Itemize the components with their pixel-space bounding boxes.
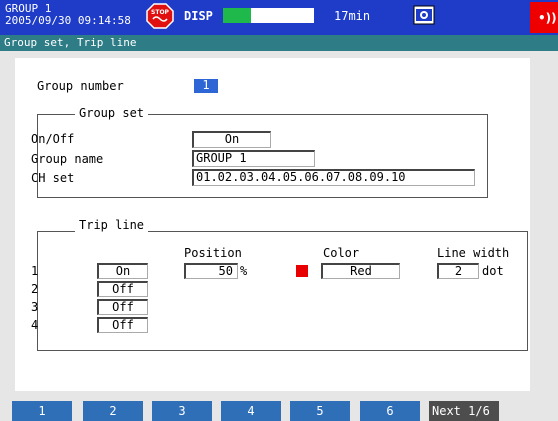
memory-time: 17min [334, 9, 371, 23]
softkey-6[interactable]: 6 [360, 401, 420, 421]
stop-icon: STOP [146, 3, 174, 29]
trip-line-index: 3 [31, 300, 39, 314]
trip-line-state: Off [112, 283, 134, 296]
group-on-off-value: On [224, 133, 240, 146]
memory-bar-fill [223, 8, 251, 23]
ch-set-value: 01.02.03.04.05.06.07.08.09.10 [196, 171, 406, 184]
trip-line-3-state-field[interactable]: Off [97, 299, 148, 315]
group-name-label: Group name [31, 152, 104, 166]
svg-text:•)): •)) [538, 11, 557, 25]
disp-label: DISP [184, 9, 213, 23]
trip-line-2-state-field[interactable]: Off [97, 281, 148, 297]
color-swatch [296, 265, 308, 277]
ch-set-label: CH set [31, 171, 75, 185]
line-width-value: 2 [454, 265, 463, 278]
line-width-unit: dot [482, 264, 504, 278]
softkey-1[interactable]: 1 [12, 401, 72, 421]
color-field[interactable]: Red [321, 263, 400, 279]
ch-set-field[interactable]: 01.02.03.04.05.06.07.08.09.10 [192, 169, 475, 186]
svg-text:STOP: STOP [151, 9, 170, 16]
camera-icon[interactable] [413, 5, 435, 25]
trip-line-4-state-field[interactable]: Off [97, 317, 148, 333]
group-number-label: Group number [37, 79, 124, 93]
position-header: Position [184, 246, 242, 260]
trip-line-index: 2 [31, 282, 39, 296]
position-value: 50 [218, 265, 233, 278]
softkey-2[interactable]: 2 [83, 401, 143, 421]
group-on-off-field[interactable]: On [192, 131, 271, 148]
group-set-title: Group set [75, 106, 149, 120]
softkey-3[interactable]: 3 [152, 401, 212, 421]
color-value: Red [350, 265, 372, 278]
trip-line-1-state-field[interactable]: On [97, 263, 148, 279]
on-off-label: On/Off [31, 132, 75, 146]
group-number-value: 1 [202, 78, 210, 92]
softkey-4[interactable]: 4 [221, 401, 281, 421]
group-name-field[interactable]: GROUP 1 [192, 150, 315, 167]
line-width-field[interactable]: 2 [437, 263, 479, 279]
color-header: Color [323, 246, 360, 260]
trip-line-index: 4 [31, 318, 39, 332]
group-number-field[interactable]: 1 [192, 77, 218, 93]
trip-line-state: Off [112, 301, 134, 314]
trip-line-state: On [115, 265, 131, 278]
datetime: 2005/09/30 09:14:58 [5, 14, 131, 27]
line-width-header: Line width [437, 246, 510, 260]
position-field[interactable]: 50 [184, 263, 238, 279]
softkey-next[interactable]: Next 1/6 [429, 401, 499, 421]
softkey-5[interactable]: 5 [290, 401, 350, 421]
trip-line-state: Off [112, 319, 134, 332]
trip-line-index: 1 [31, 264, 39, 278]
trip-line-title: Trip line [75, 218, 149, 232]
alarm-signal-icon: •)) [530, 2, 558, 33]
screen-title: Group set, Trip line [4, 36, 137, 49]
group-name-value: GROUP 1 [196, 152, 247, 165]
position-unit: % [240, 264, 248, 278]
